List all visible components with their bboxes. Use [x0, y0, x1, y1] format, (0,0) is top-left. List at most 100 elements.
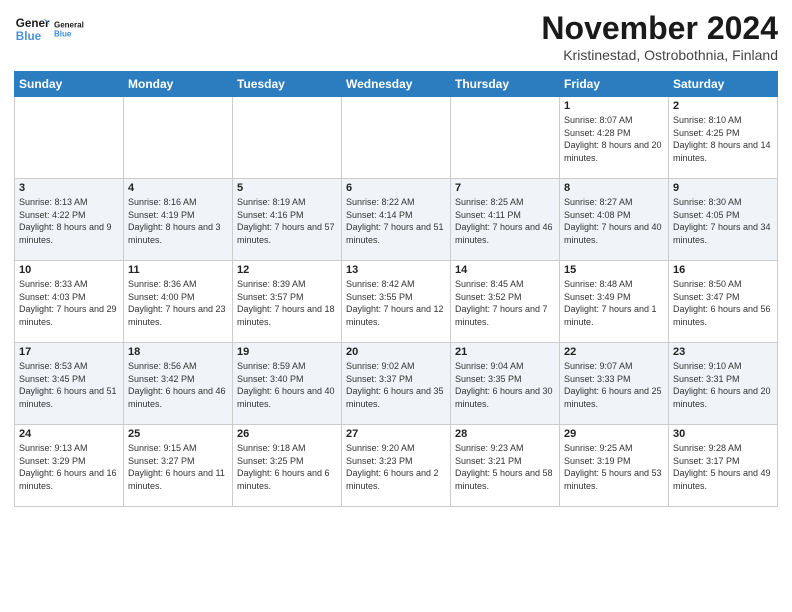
cell-week5-day6: 30Sunrise: 9:28 AM Sunset: 3:17 PM Dayli… [669, 425, 778, 507]
cell-week3-day4: 14Sunrise: 8:45 AM Sunset: 3:52 PM Dayli… [451, 261, 560, 343]
day-info: Sunrise: 8:53 AM Sunset: 3:45 PM Dayligh… [19, 360, 119, 410]
day-info: Sunrise: 8:16 AM Sunset: 4:19 PM Dayligh… [128, 196, 228, 246]
cell-week3-day5: 15 Sunrise: 8:48 AM Sunset: 3:49 PM Dayli… [560, 261, 669, 343]
cell-week2-day2: 5 Sunrise: 8:19 AM Sunset: 4:16 PM Daylig… [233, 179, 342, 261]
day-info: Sunrise: 9:13 AM Sunset: 3:29 PM Dayligh… [19, 442, 119, 492]
title-section: November 2024 Kristinestad, Ostrobothnia… [541, 10, 778, 63]
cell-week5-day1: 25 Sunrise: 9:15 AM Sunset: 3:27 PM Dayli… [124, 425, 233, 507]
month-title: November 2024 [541, 10, 778, 47]
day-number: 2 [673, 100, 773, 112]
cell-week1-day0 [15, 97, 124, 179]
header-wednesday: Wednesday [342, 72, 451, 97]
day-number: 22 [564, 346, 664, 358]
day-number: 18 [128, 346, 228, 358]
day-info: Sunrise: 8:30 AM Sunset: 4:05 PM Dayligh… [673, 196, 773, 246]
day-number: 12 [237, 264, 337, 276]
day-info: Sunrise: 8:07 AM Sunset: 4:28 PM Dayligh… [564, 114, 664, 164]
day-info: Sunrise: 9:15 AM Sunset: 3:27 PM Dayligh… [128, 442, 228, 492]
svg-text:General: General [16, 17, 50, 30]
cell-week2-day6: 9 Sunrise: 8:30 AM Sunset: 4:05 PM Daylig… [669, 179, 778, 261]
week-row-5: 24 Sunrise: 9:13 AM Sunset: 3:29 PM Dayli… [15, 425, 778, 507]
day-info: Sunrise: 9:18 AM Sunset: 3:25 PM Dayligh… [237, 442, 337, 492]
day-info: Sunrise: 9:25 AM Sunset: 3:19 PM Dayligh… [564, 442, 664, 492]
cell-week5-day0: 24 Sunrise: 9:13 AM Sunset: 3:29 PM Dayli… [15, 425, 124, 507]
header-monday: Monday [124, 72, 233, 97]
day-number: 9 [673, 182, 773, 194]
day-info: Sunrise: 8:25 AM Sunset: 4:11 PM Dayligh… [455, 196, 555, 246]
day-info: Sunrise: 8:42 AM Sunset: 3:55 PM Dayligh… [346, 278, 446, 328]
cell-week4-day2: 19Sunrise: 8:59 AM Sunset: 3:40 PM Dayli… [233, 343, 342, 425]
header-friday: Friday [560, 72, 669, 97]
cell-week1-day3 [342, 97, 451, 179]
day-info: Sunrise: 8:27 AM Sunset: 4:08 PM Dayligh… [564, 196, 664, 246]
day-number: 26 [237, 428, 337, 440]
cell-week3-day0: 10 Sunrise: 8:33 AM Sunset: 4:03 PM Dayli… [15, 261, 124, 343]
svg-text:General: General [54, 20, 84, 29]
day-number: 6 [346, 182, 446, 194]
day-info: Sunrise: 8:33 AM Sunset: 4:03 PM Dayligh… [19, 278, 119, 328]
day-number: 1 [564, 100, 664, 112]
day-number: 16 [673, 264, 773, 276]
day-info: Sunrise: 9:10 AM Sunset: 3:31 PM Dayligh… [673, 360, 773, 410]
day-number: 25 [128, 428, 228, 440]
header-tuesday: Tuesday [233, 72, 342, 97]
cell-week4-day1: 18Sunrise: 8:56 AM Sunset: 3:42 PM Dayli… [124, 343, 233, 425]
location: Kristinestad, Ostrobothnia, Finland [541, 47, 778, 63]
cell-week5-day2: 26 Sunrise: 9:18 AM Sunset: 3:25 PM Dayli… [233, 425, 342, 507]
logo-icon: General Blue [14, 11, 50, 47]
cell-week3-day3: 13 Sunrise: 8:42 AM Sunset: 3:55 PM Dayli… [342, 261, 451, 343]
day-info: Sunrise: 9:28 AM Sunset: 3:17 PM Dayligh… [673, 442, 773, 492]
day-info: Sunrise: 8:36 AM Sunset: 4:00 PM Dayligh… [128, 278, 228, 328]
day-info: Sunrise: 9:02 AM Sunset: 3:37 PM Dayligh… [346, 360, 446, 410]
day-number: 20 [346, 346, 446, 358]
cell-week4-day3: 20 Sunrise: 9:02 AM Sunset: 3:37 PM Dayli… [342, 343, 451, 425]
cell-week4-day0: 17 Sunrise: 8:53 AM Sunset: 3:45 PM Dayli… [15, 343, 124, 425]
day-info: Sunrise: 8:10 AM Sunset: 4:25 PM Dayligh… [673, 114, 773, 164]
day-number: 5 [237, 182, 337, 194]
week-row-3: 10 Sunrise: 8:33 AM Sunset: 4:03 PM Dayli… [15, 261, 778, 343]
calendar: Sunday Monday Tuesday Wednesday Thursday… [14, 71, 778, 507]
day-number: 14 [455, 264, 555, 276]
cell-week5-day5: 29 Sunrise: 9:25 AM Sunset: 3:19 PM Dayli… [560, 425, 669, 507]
day-number: 10 [19, 264, 119, 276]
cell-week5-day4: 28Sunrise: 9:23 AM Sunset: 3:21 PM Dayli… [451, 425, 560, 507]
day-info: Sunrise: 8:39 AM Sunset: 3:57 PM Dayligh… [237, 278, 337, 328]
header-thursday: Thursday [451, 72, 560, 97]
day-number: 13 [346, 264, 446, 276]
day-number: 28 [455, 428, 555, 440]
cell-week2-day0: 3 Sunrise: 8:13 AM Sunset: 4:22 PM Daylig… [15, 179, 124, 261]
day-info: Sunrise: 8:48 AM Sunset: 3:49 PM Dayligh… [564, 278, 664, 328]
cell-week2-day1: 4 Sunrise: 8:16 AM Sunset: 4:19 PM Daylig… [124, 179, 233, 261]
svg-text:Blue: Blue [16, 30, 42, 43]
day-info: Sunrise: 8:59 AM Sunset: 3:40 PM Dayligh… [237, 360, 337, 410]
day-info: Sunrise: 9:20 AM Sunset: 3:23 PM Dayligh… [346, 442, 446, 492]
day-number: 15 [564, 264, 664, 276]
header-saturday: Saturday [669, 72, 778, 97]
cell-week2-day3: 6Sunrise: 8:22 AM Sunset: 4:14 PM Daylig… [342, 179, 451, 261]
cell-week4-day4: 21Sunrise: 9:04 AM Sunset: 3:35 PM Dayli… [451, 343, 560, 425]
cell-week3-day2: 12 Sunrise: 8:39 AM Sunset: 3:57 PM Dayli… [233, 261, 342, 343]
week-row-2: 3 Sunrise: 8:13 AM Sunset: 4:22 PM Daylig… [15, 179, 778, 261]
week-row-1: 1 Sunrise: 8:07 AM Sunset: 4:28 PM Daylig… [15, 97, 778, 179]
cell-week1-day1 [124, 97, 233, 179]
cell-week1-day6: 2 Sunrise: 8:10 AM Sunset: 4:25 PM Daylig… [669, 97, 778, 179]
day-info: Sunrise: 9:07 AM Sunset: 3:33 PM Dayligh… [564, 360, 664, 410]
day-number: 29 [564, 428, 664, 440]
day-number: 3 [19, 182, 119, 194]
day-info: Sunrise: 9:04 AM Sunset: 3:35 PM Dayligh… [455, 360, 555, 410]
header-sunday: Sunday [15, 72, 124, 97]
day-number: 7 [455, 182, 555, 194]
week-row-4: 17 Sunrise: 8:53 AM Sunset: 3:45 PM Dayli… [15, 343, 778, 425]
weekday-header-row: Sunday Monday Tuesday Wednesday Thursday… [15, 72, 778, 97]
day-number: 17 [19, 346, 119, 358]
day-info: Sunrise: 8:19 AM Sunset: 4:16 PM Dayligh… [237, 196, 337, 246]
cell-week3-day1: 11Sunrise: 8:36 AM Sunset: 4:00 PM Dayli… [124, 261, 233, 343]
day-number: 24 [19, 428, 119, 440]
header: General Blue General Blue November 2024 … [14, 10, 778, 63]
day-info: Sunrise: 8:50 AM Sunset: 3:47 PM Dayligh… [673, 278, 773, 328]
day-number: 4 [128, 182, 228, 194]
day-number: 8 [564, 182, 664, 194]
day-info: Sunrise: 8:13 AM Sunset: 4:22 PM Dayligh… [19, 196, 119, 246]
cell-week1-day4 [451, 97, 560, 179]
svg-text:Blue: Blue [54, 29, 72, 38]
